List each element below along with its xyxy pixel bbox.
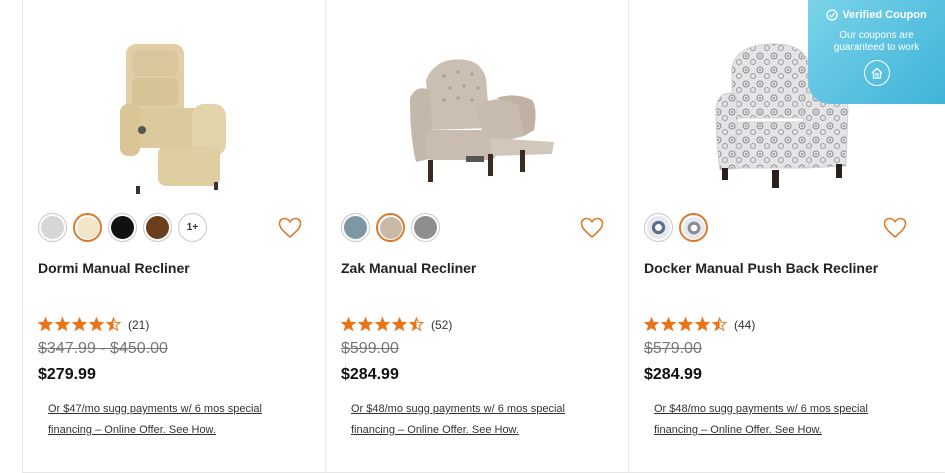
favorite-heart-icon[interactable]: [883, 217, 907, 239]
financing-line-2: financing – Online Offer. See How.: [351, 424, 519, 436]
home-icon: [871, 67, 882, 79]
financing-offer-link[interactable]: Or $48/mo sugg payments w/ 6 mos special…: [654, 399, 904, 441]
original-price: $347.99 - $450.00: [38, 340, 168, 357]
product-card-dormi[interactable]: 1+ Dormi Manual Recliner (21) $347.99 - …: [22, 0, 326, 473]
home-icon-button[interactable]: [863, 60, 890, 86]
swatch-blue-gray[interactable]: [341, 213, 370, 242]
sale-price: $284.99: [341, 366, 399, 383]
coupon-subtitle-line-2: guaranteed to work: [833, 42, 920, 53]
coupon-title: Verified Coupon: [842, 9, 927, 21]
color-swatches: [644, 213, 708, 242]
financing-line-1: Or $47/mo sugg payments w/ 6 mos special: [48, 403, 262, 415]
product-name[interactable]: Docker Manual Push Back Recliner: [644, 260, 878, 276]
swatch-brown[interactable]: [143, 213, 172, 242]
swatch-beige[interactable]: [376, 213, 405, 242]
color-swatches: [341, 213, 440, 242]
swatch-black[interactable]: [108, 213, 137, 242]
favorite-heart-icon[interactable]: [580, 217, 604, 239]
rating-count: (52): [431, 317, 453, 332]
star-rating-icon: [644, 317, 728, 332]
swatch-gray[interactable]: [38, 213, 67, 242]
swatch-gray-pattern[interactable]: [679, 213, 708, 242]
rating-count: (21): [128, 317, 150, 332]
financing-line-1: Or $48/mo sugg payments w/ 6 mos special: [654, 403, 868, 415]
coupon-subtitle-line-1: Our coupons are: [839, 30, 914, 41]
favorite-heart-icon[interactable]: [278, 217, 302, 239]
sale-price: $279.99: [38, 366, 96, 383]
product-grid: 1+ Dormi Manual Recliner (21) $347.99 - …: [0, 0, 945, 473]
original-price: $579.00: [644, 340, 702, 357]
rating[interactable]: (52): [341, 317, 452, 332]
sale-price: $284.99: [644, 366, 702, 383]
financing-offer-link[interactable]: Or $47/mo sugg payments w/ 6 mos special…: [48, 399, 298, 441]
swatch-blue-pattern[interactable]: [644, 213, 673, 242]
star-rating-icon: [341, 317, 425, 332]
swatch-cream[interactable]: [73, 213, 102, 242]
product-card-zak[interactable]: Zak Manual Recliner (52) $599.00 $284.99…: [325, 0, 629, 473]
coupon-header: Verified Coupon: [808, 9, 945, 21]
color-swatches: 1+: [38, 213, 207, 242]
coupon-subtitle: Our coupons are guaranteed to work: [808, 30, 945, 54]
financing-line-1: Or $48/mo sugg payments w/ 6 mos special: [351, 403, 565, 415]
swatch-gray[interactable]: [411, 213, 440, 242]
product-name[interactable]: Dormi Manual Recliner: [38, 260, 190, 276]
financing-offer-link[interactable]: Or $48/mo sugg payments w/ 6 mos special…: [351, 399, 601, 441]
rating[interactable]: (44): [644, 317, 755, 332]
product-image-dormi-recliner[interactable]: [118, 38, 238, 198]
product-name[interactable]: Zak Manual Recliner: [341, 260, 476, 276]
verified-coupon-badge[interactable]: Verified Coupon Our coupons are guarante…: [808, 0, 945, 104]
financing-line-2: financing – Online Offer. See How.: [48, 424, 216, 436]
rating[interactable]: (21): [38, 317, 149, 332]
check-circle-icon: [826, 9, 838, 21]
star-rating-icon: [38, 317, 122, 332]
rating-count: (44): [734, 317, 756, 332]
swatch-more-button[interactable]: 1+: [178, 213, 207, 242]
product-image-zak-recliner[interactable]: [406, 38, 556, 198]
original-price: $599.00: [341, 340, 399, 357]
financing-line-2: financing – Online Offer. See How.: [654, 424, 822, 436]
